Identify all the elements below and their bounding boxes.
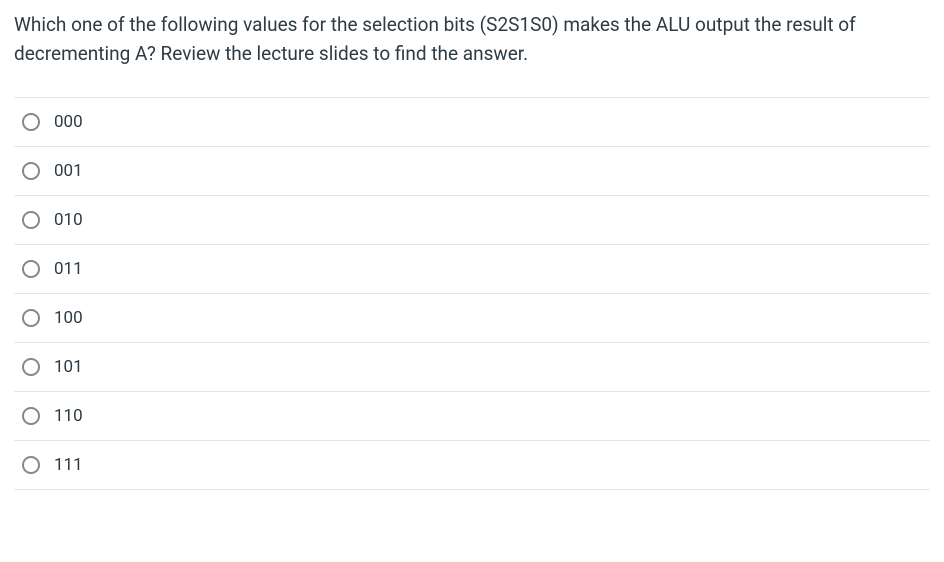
radio-icon — [22, 407, 40, 425]
option-row[interactable]: 011 — [14, 244, 930, 293]
radio-icon — [22, 260, 40, 278]
option-label: 000 — [54, 112, 83, 132]
radio-icon — [22, 358, 40, 376]
option-row[interactable]: 100 — [14, 293, 930, 342]
option-row[interactable]: 110 — [14, 391, 930, 440]
option-row[interactable]: 001 — [14, 146, 930, 195]
option-label: 111 — [54, 455, 83, 475]
radio-icon — [22, 309, 40, 327]
option-row[interactable]: 101 — [14, 342, 930, 391]
option-label: 110 — [54, 406, 83, 426]
option-label: 101 — [54, 357, 83, 377]
radio-icon — [22, 162, 40, 180]
radio-icon — [22, 456, 40, 474]
radio-icon — [22, 113, 40, 131]
option-label: 011 — [54, 259, 83, 279]
options-list: 000 001 010 011 100 101 110 111 — [14, 97, 930, 490]
option-row[interactable]: 000 — [14, 97, 930, 146]
option-row[interactable]: 111 — [14, 440, 930, 490]
option-label: 100 — [54, 308, 83, 328]
question-text: Which one of the following values for th… — [14, 10, 930, 69]
option-label: 010 — [54, 210, 83, 230]
radio-icon — [22, 211, 40, 229]
option-label: 001 — [54, 161, 83, 181]
option-row[interactable]: 010 — [14, 195, 930, 244]
